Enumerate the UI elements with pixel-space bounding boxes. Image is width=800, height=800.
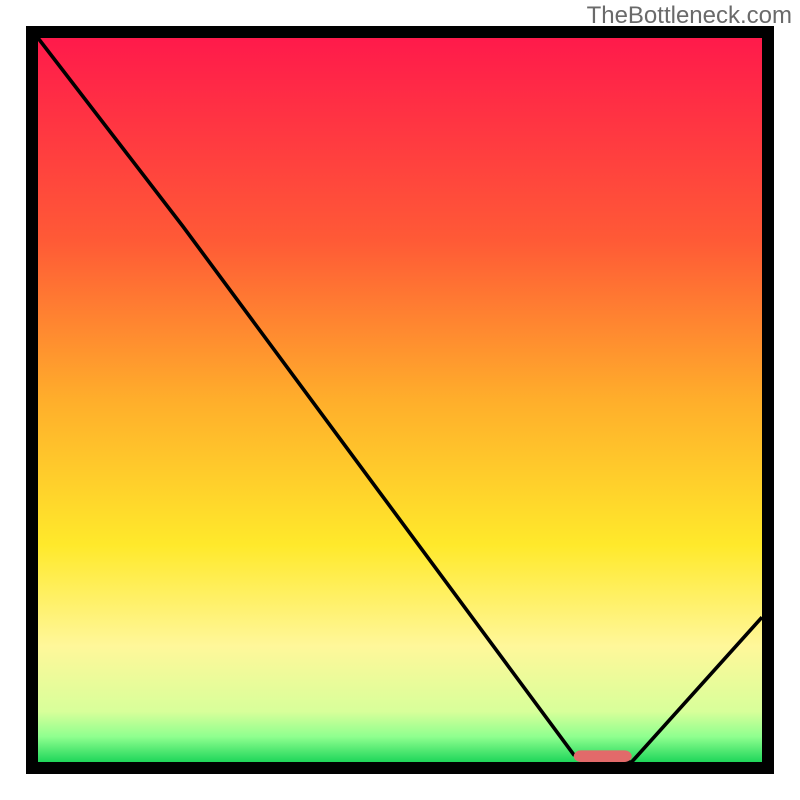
optimal-marker (574, 750, 632, 762)
curve-layer (38, 38, 762, 762)
watermark-label: TheBottleneck.com (587, 2, 792, 30)
chart-frame: TheBottleneck.com (0, 0, 800, 800)
plot-border (26, 26, 774, 774)
bottleneck-curve (38, 38, 762, 762)
plot-area (38, 38, 762, 762)
